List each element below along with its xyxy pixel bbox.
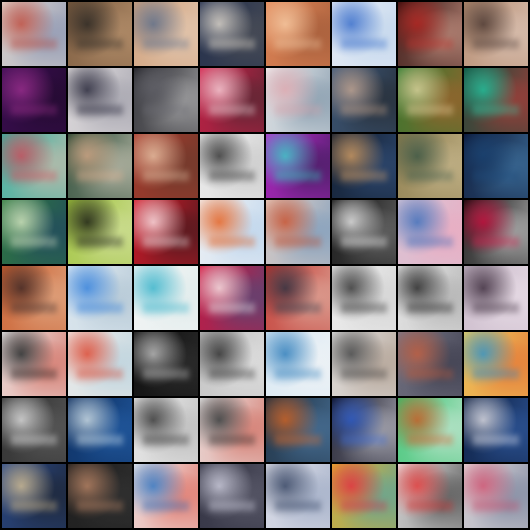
image-tile — [200, 200, 264, 264]
image-tile — [398, 134, 462, 198]
image-tile — [68, 134, 132, 198]
image-tile — [464, 2, 528, 66]
image-tile — [68, 2, 132, 66]
image-tile — [398, 266, 462, 330]
image-tile — [2, 464, 66, 528]
image-tile — [68, 464, 132, 528]
image-tile — [68, 68, 132, 132]
image-tile — [200, 68, 264, 132]
image-tile — [464, 464, 528, 528]
image-tile — [266, 68, 330, 132]
image-tile — [134, 266, 198, 330]
image-tile — [464, 332, 528, 396]
image-tile — [134, 398, 198, 462]
image-tile — [2, 332, 66, 396]
image-tile — [332, 200, 396, 264]
image-tile — [68, 266, 132, 330]
image-tile — [332, 332, 396, 396]
image-tile — [200, 134, 264, 198]
image-tile — [134, 68, 198, 132]
image-tile — [134, 464, 198, 528]
image-tile — [2, 266, 66, 330]
image-tile — [68, 200, 132, 264]
image-tile — [398, 2, 462, 66]
image-tile — [2, 2, 66, 66]
image-tile — [398, 464, 462, 528]
image-grid — [0, 0, 530, 530]
image-tile — [332, 398, 396, 462]
image-tile — [332, 2, 396, 66]
image-tile — [464, 134, 528, 198]
image-tile — [200, 332, 264, 396]
image-tile — [398, 332, 462, 396]
image-tile — [464, 266, 528, 330]
image-tile — [200, 464, 264, 528]
image-tile — [266, 2, 330, 66]
image-tile — [464, 200, 528, 264]
image-tile — [332, 266, 396, 330]
image-tile — [134, 332, 198, 396]
image-tile — [398, 398, 462, 462]
image-tile — [2, 398, 66, 462]
image-tile — [134, 200, 198, 264]
image-tile — [266, 464, 330, 528]
image-tile — [266, 398, 330, 462]
image-tile — [266, 332, 330, 396]
image-tile — [398, 68, 462, 132]
image-tile — [2, 134, 66, 198]
image-tile — [332, 134, 396, 198]
image-tile — [200, 266, 264, 330]
image-tile — [134, 134, 198, 198]
image-tile — [266, 200, 330, 264]
image-tile — [266, 134, 330, 198]
image-tile — [2, 200, 66, 264]
image-tile — [266, 266, 330, 330]
image-tile — [200, 398, 264, 462]
image-tile — [134, 2, 198, 66]
image-tile — [68, 332, 132, 396]
image-tile — [398, 200, 462, 264]
image-tile — [200, 2, 264, 66]
image-tile — [332, 68, 396, 132]
image-tile — [68, 398, 132, 462]
image-tile — [464, 398, 528, 462]
image-tile — [464, 68, 528, 132]
image-tile — [332, 464, 396, 528]
image-tile — [2, 68, 66, 132]
